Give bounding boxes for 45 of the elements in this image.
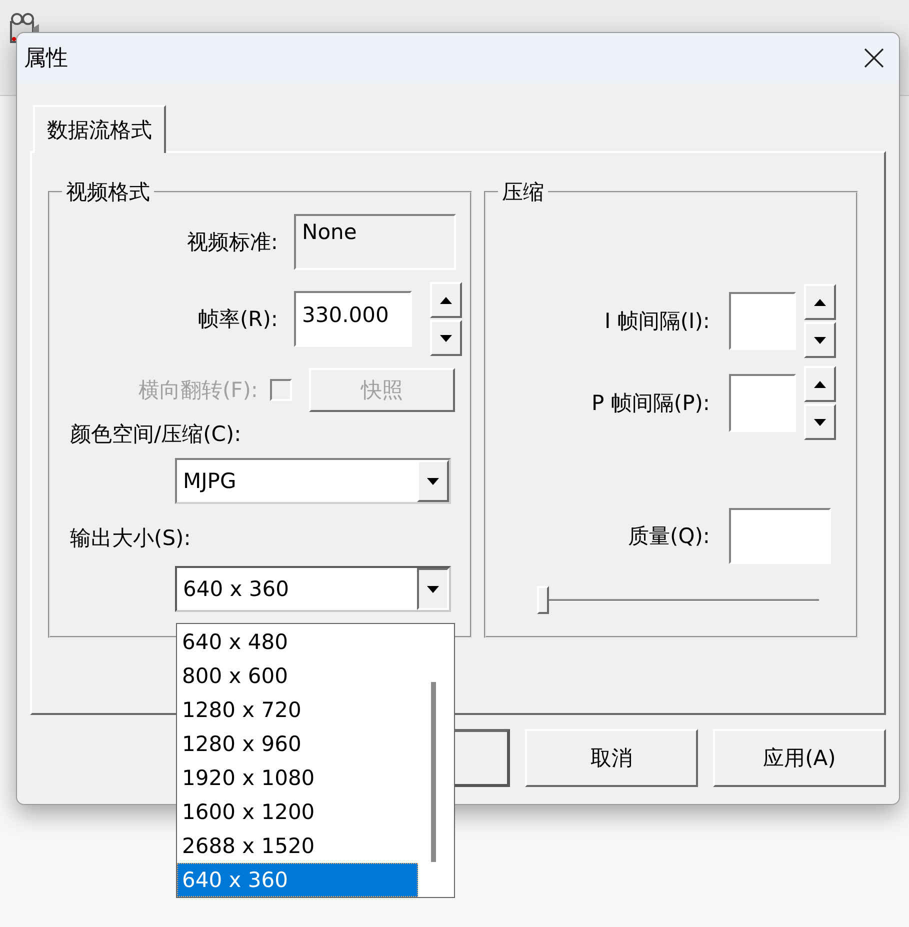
input-field[interactable] [729, 508, 831, 564]
down-arrow-icon [440, 334, 452, 342]
group-title: 压缩 [501, 179, 545, 206]
dropdown-option[interactable]: 1600 x 1200 [177, 795, 418, 829]
field-label: 输出大小(S): [70, 525, 191, 552]
spin-up-button[interactable] [430, 282, 462, 318]
dropdown-option[interactable]: 2688 x 1520 [177, 829, 418, 863]
dropdown-option[interactable]: 1280 x 720 [177, 693, 418, 727]
input-field[interactable]: 330.000 [294, 291, 412, 347]
spin-up-button[interactable] [804, 366, 836, 402]
field-label: 帧率(R): [196, 306, 278, 333]
up-arrow-icon [814, 298, 826, 306]
input-field[interactable] [729, 374, 796, 432]
spin-down-button[interactable] [430, 320, 462, 356]
dialog-button[interactable]: 应用(A) [713, 729, 886, 787]
dropdown-option[interactable]: 640 x 360 [177, 863, 418, 897]
dropdown-option[interactable]: 640 x 480 [177, 625, 418, 659]
down-arrow-icon [814, 418, 826, 426]
dropdown-option[interactable]: 1280 x 960 [177, 727, 418, 761]
up-arrow-icon [814, 380, 826, 388]
text-field[interactable]: None [294, 214, 456, 270]
up-arrow-icon [440, 296, 452, 304]
dropdown-option[interactable]: 800 x 600 [177, 659, 418, 693]
scrollbar-thumb[interactable] [431, 682, 436, 862]
caret-icon [427, 586, 439, 592]
field-label: P 帧间隔(P): [590, 390, 710, 417]
group-title: 视频格式 [65, 179, 151, 206]
spin-down-button[interactable] [804, 404, 836, 440]
dropdown[interactable]: MJPG [175, 458, 451, 504]
dialog-button[interactable]: 取消 [525, 729, 698, 787]
field-label: I 帧间隔(I): [603, 308, 710, 335]
caret-icon [427, 478, 439, 484]
dialog-title: 属性 [24, 45, 68, 73]
tab[interactable]: 数据流格式 [33, 105, 166, 153]
spin-up-button[interactable] [804, 284, 836, 320]
down-arrow-icon [814, 336, 826, 344]
input-field[interactable] [729, 292, 796, 350]
spin-down-button[interactable] [804, 322, 836, 358]
dropdown[interactable]: 640 x 360 [175, 566, 451, 612]
field-label: 视频标准: [186, 229, 278, 256]
checkbox-label: 横向翻转(F): [137, 377, 258, 404]
slider-thumb[interactable] [537, 586, 549, 614]
field-label: 颜色空间/压缩(C): [70, 421, 242, 448]
field-label: 质量(Q): [627, 523, 710, 550]
dropdown-option[interactable]: 1920 x 1080 [177, 761, 418, 795]
